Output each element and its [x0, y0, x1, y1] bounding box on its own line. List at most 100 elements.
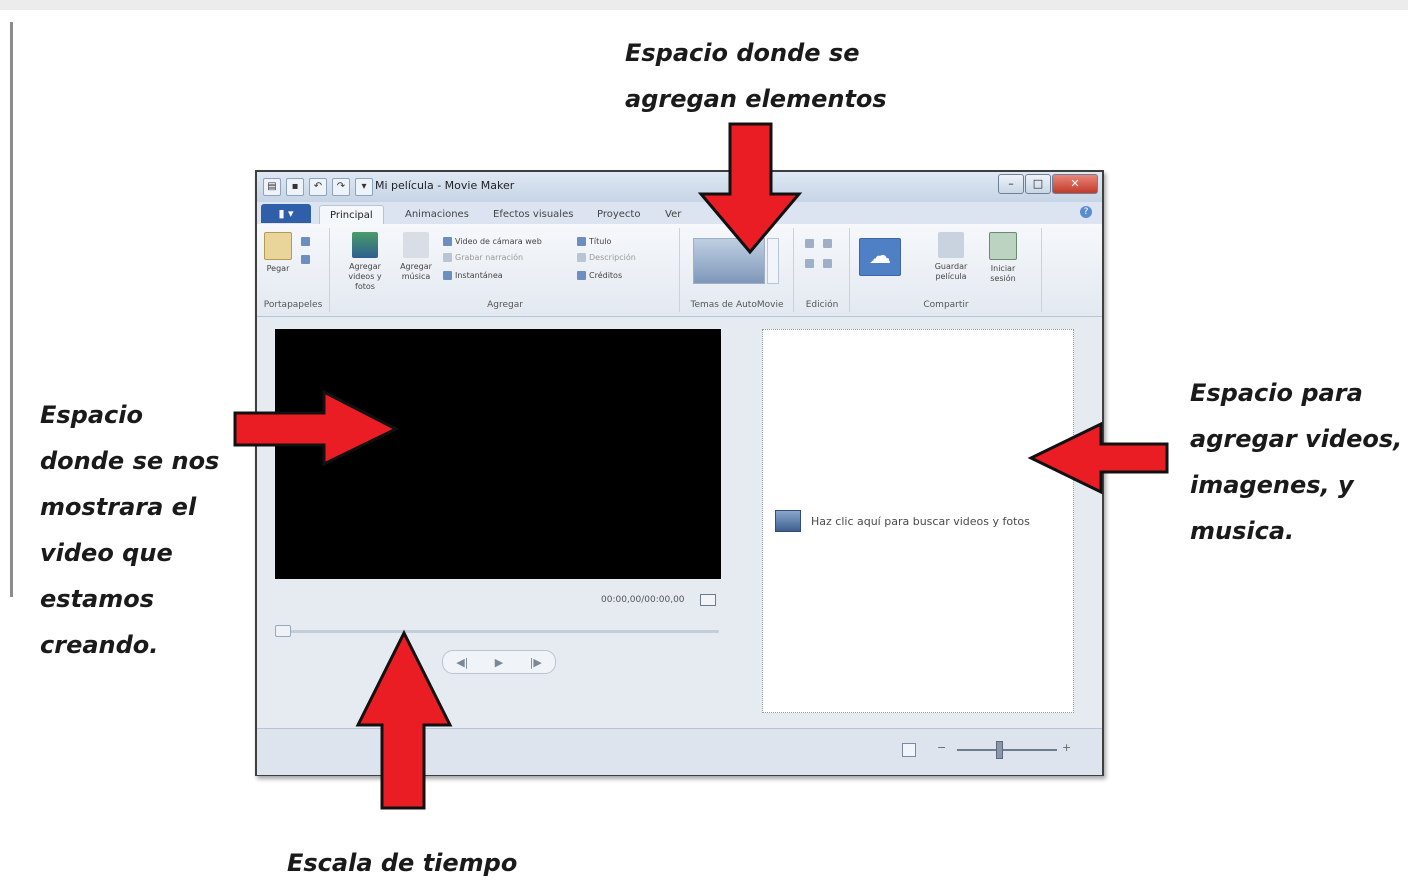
caption-button[interactable]: Descripción	[577, 252, 636, 264]
webcam-label: Video de cámara web	[455, 237, 542, 246]
annotation-line: estamos	[40, 585, 155, 613]
zoom-slider-track[interactable]	[957, 749, 1057, 751]
quick-access-toolbar: ▤ ▪ ↶ ↷ ▾	[263, 178, 373, 196]
film-photo-icon	[775, 510, 801, 532]
maximize-button[interactable]: □	[1025, 174, 1051, 194]
ribbon: Pegar Portapapeles Agregar videos y foto…	[257, 224, 1102, 317]
page-top-strip	[0, 0, 1408, 10]
rotate-right-button[interactable]	[805, 258, 817, 270]
credits-button[interactable]: Créditos	[577, 270, 622, 282]
storyboard-pane[interactable]: Haz clic aquí para buscar videos y fotos	[762, 329, 1074, 713]
rotate-right-icon	[805, 259, 814, 268]
save-movie-button[interactable]: Guardar película	[929, 232, 973, 282]
thumbnail-size-icon[interactable]	[902, 743, 916, 757]
annotation-line: donde se nos	[40, 447, 220, 475]
remove-icon	[823, 239, 832, 248]
snapshot-button[interactable]: Instantánea	[443, 270, 503, 282]
storyboard-hint[interactable]: Haz clic aquí para buscar videos y fotos	[775, 510, 1030, 532]
timecode: 00:00,00/00:00,00	[601, 595, 685, 605]
add-videos-photos-button[interactable]: Agregar videos y fotos	[339, 232, 391, 292]
snapshot-label: Instantánea	[455, 271, 503, 280]
zoom-in-button[interactable]: +	[1062, 741, 1071, 754]
cut-button[interactable]	[301, 236, 313, 248]
cloud-share-icon[interactable]: ☁	[859, 238, 901, 276]
annotation-line: musica.	[1190, 517, 1295, 545]
title-bar: ▤ ▪ ↶ ↷ ▾ Mi película - Movie Maker – □ …	[257, 172, 1102, 202]
timeline-seek-thumb[interactable]	[275, 625, 291, 637]
credits-label: Créditos	[589, 271, 623, 280]
tab-project[interactable]: Proyecto	[587, 205, 650, 224]
annotation-line: creando.	[40, 631, 159, 659]
clipboard-icon	[264, 232, 292, 260]
annotation-line: imagenes, y	[1190, 471, 1354, 499]
group-label: Compartir	[923, 300, 969, 310]
paste-button[interactable]: Pegar	[261, 232, 295, 274]
group-add: Agregar videos y fotos Agregar música Vi…	[331, 228, 680, 312]
storyboard-hint-text: Haz clic aquí para buscar videos y fotos	[811, 514, 1030, 528]
annotation-line: mostrara el	[40, 493, 197, 521]
add-music-button[interactable]: Agregar música	[393, 232, 439, 282]
help-icon[interactable]: ?	[1080, 206, 1092, 218]
close-button[interactable]: ✕	[1052, 174, 1098, 194]
annotation-line: agregar videos,	[1190, 425, 1403, 453]
caption-label: Descripción	[589, 253, 636, 262]
file-menu-tab[interactable]: ▮ ▾	[261, 204, 311, 223]
microphone-icon	[443, 253, 452, 262]
save-movie-label: Guardar película	[934, 262, 968, 281]
app-menu-icon[interactable]: ▤	[263, 178, 281, 196]
tab-home[interactable]: Principal	[319, 205, 384, 225]
timeline-seek-bar[interactable]	[275, 630, 719, 633]
play-button[interactable]: ▶	[495, 656, 503, 669]
zoom-slider-thumb[interactable]	[995, 741, 1003, 759]
ribbon-tab-bar: ▮ ▾ Principal Animaciones Efectos visual…	[257, 202, 1102, 225]
select-all-button[interactable]	[823, 258, 835, 270]
annotation-video-preview: Espacio donde se nos mostrara el video q…	[40, 392, 219, 668]
zoom-out-button[interactable]: −	[937, 741, 946, 754]
save-icon[interactable]: ▪	[286, 178, 304, 196]
snapshot-icon	[443, 271, 452, 280]
narration-label: Grabar narración	[455, 253, 524, 262]
annotation-line: Espacio para	[1190, 379, 1363, 407]
rotate-left-button[interactable]	[805, 238, 817, 250]
group-label: Edición	[805, 300, 839, 310]
record-narration-button[interactable]: Grabar narración	[443, 252, 523, 264]
credits-icon	[577, 271, 586, 280]
previous-frame-button[interactable]: ◀|	[456, 656, 468, 669]
arrow-down-icon	[697, 122, 803, 255]
title-label: Título	[589, 237, 612, 246]
group-label: Portapapeles	[263, 300, 323, 310]
group-clipboard: Pegar Portapapeles	[257, 228, 330, 312]
webcam-icon	[443, 237, 452, 246]
title-button[interactable]: Título	[577, 236, 611, 248]
music-note-icon	[403, 232, 429, 258]
sign-in-button[interactable]: Iniciar sesión	[981, 232, 1025, 284]
undo-icon[interactable]: ↶	[309, 178, 327, 196]
webcam-video-button[interactable]: Video de cámara web	[443, 236, 542, 248]
fullscreen-icon[interactable]	[700, 594, 716, 606]
sign-in-label: Iniciar sesión	[990, 264, 1016, 283]
tab-view[interactable]: Ver	[655, 205, 691, 224]
tab-visual-effects[interactable]: Efectos visuales	[483, 205, 583, 224]
arrow-left-icon	[1027, 421, 1169, 495]
playback-controls: ◀| ▶ |▶	[442, 650, 556, 674]
redo-icon[interactable]: ↷	[332, 178, 350, 196]
title-icon	[577, 237, 586, 246]
film-photo-icon	[352, 232, 378, 258]
select-all-icon	[823, 259, 832, 268]
tab-animations[interactable]: Animaciones	[395, 205, 479, 224]
add-videos-label: Agregar videos y fotos	[348, 262, 382, 291]
minimize-button[interactable]: –	[998, 174, 1024, 194]
annotation-line: agregan elementos	[625, 85, 887, 113]
next-frame-button[interactable]: |▶	[530, 656, 542, 669]
scissors-icon	[301, 237, 310, 246]
annotation-elements-area: Espacio donde se agregan elementos	[625, 30, 887, 122]
page-edge-line	[10, 22, 13, 597]
group-label: Agregar	[487, 300, 523, 310]
customize-toolbar-icon[interactable]: ▾	[355, 178, 373, 196]
window-controls: – □ ✕	[998, 174, 1098, 194]
group-share: ☁ Guardar película Iniciar sesión Compar…	[851, 228, 1042, 312]
remove-button[interactable]	[823, 238, 835, 250]
rotate-left-icon	[805, 239, 814, 248]
window-title: Mi película - Movie Maker	[375, 179, 515, 192]
copy-button[interactable]	[301, 254, 313, 266]
